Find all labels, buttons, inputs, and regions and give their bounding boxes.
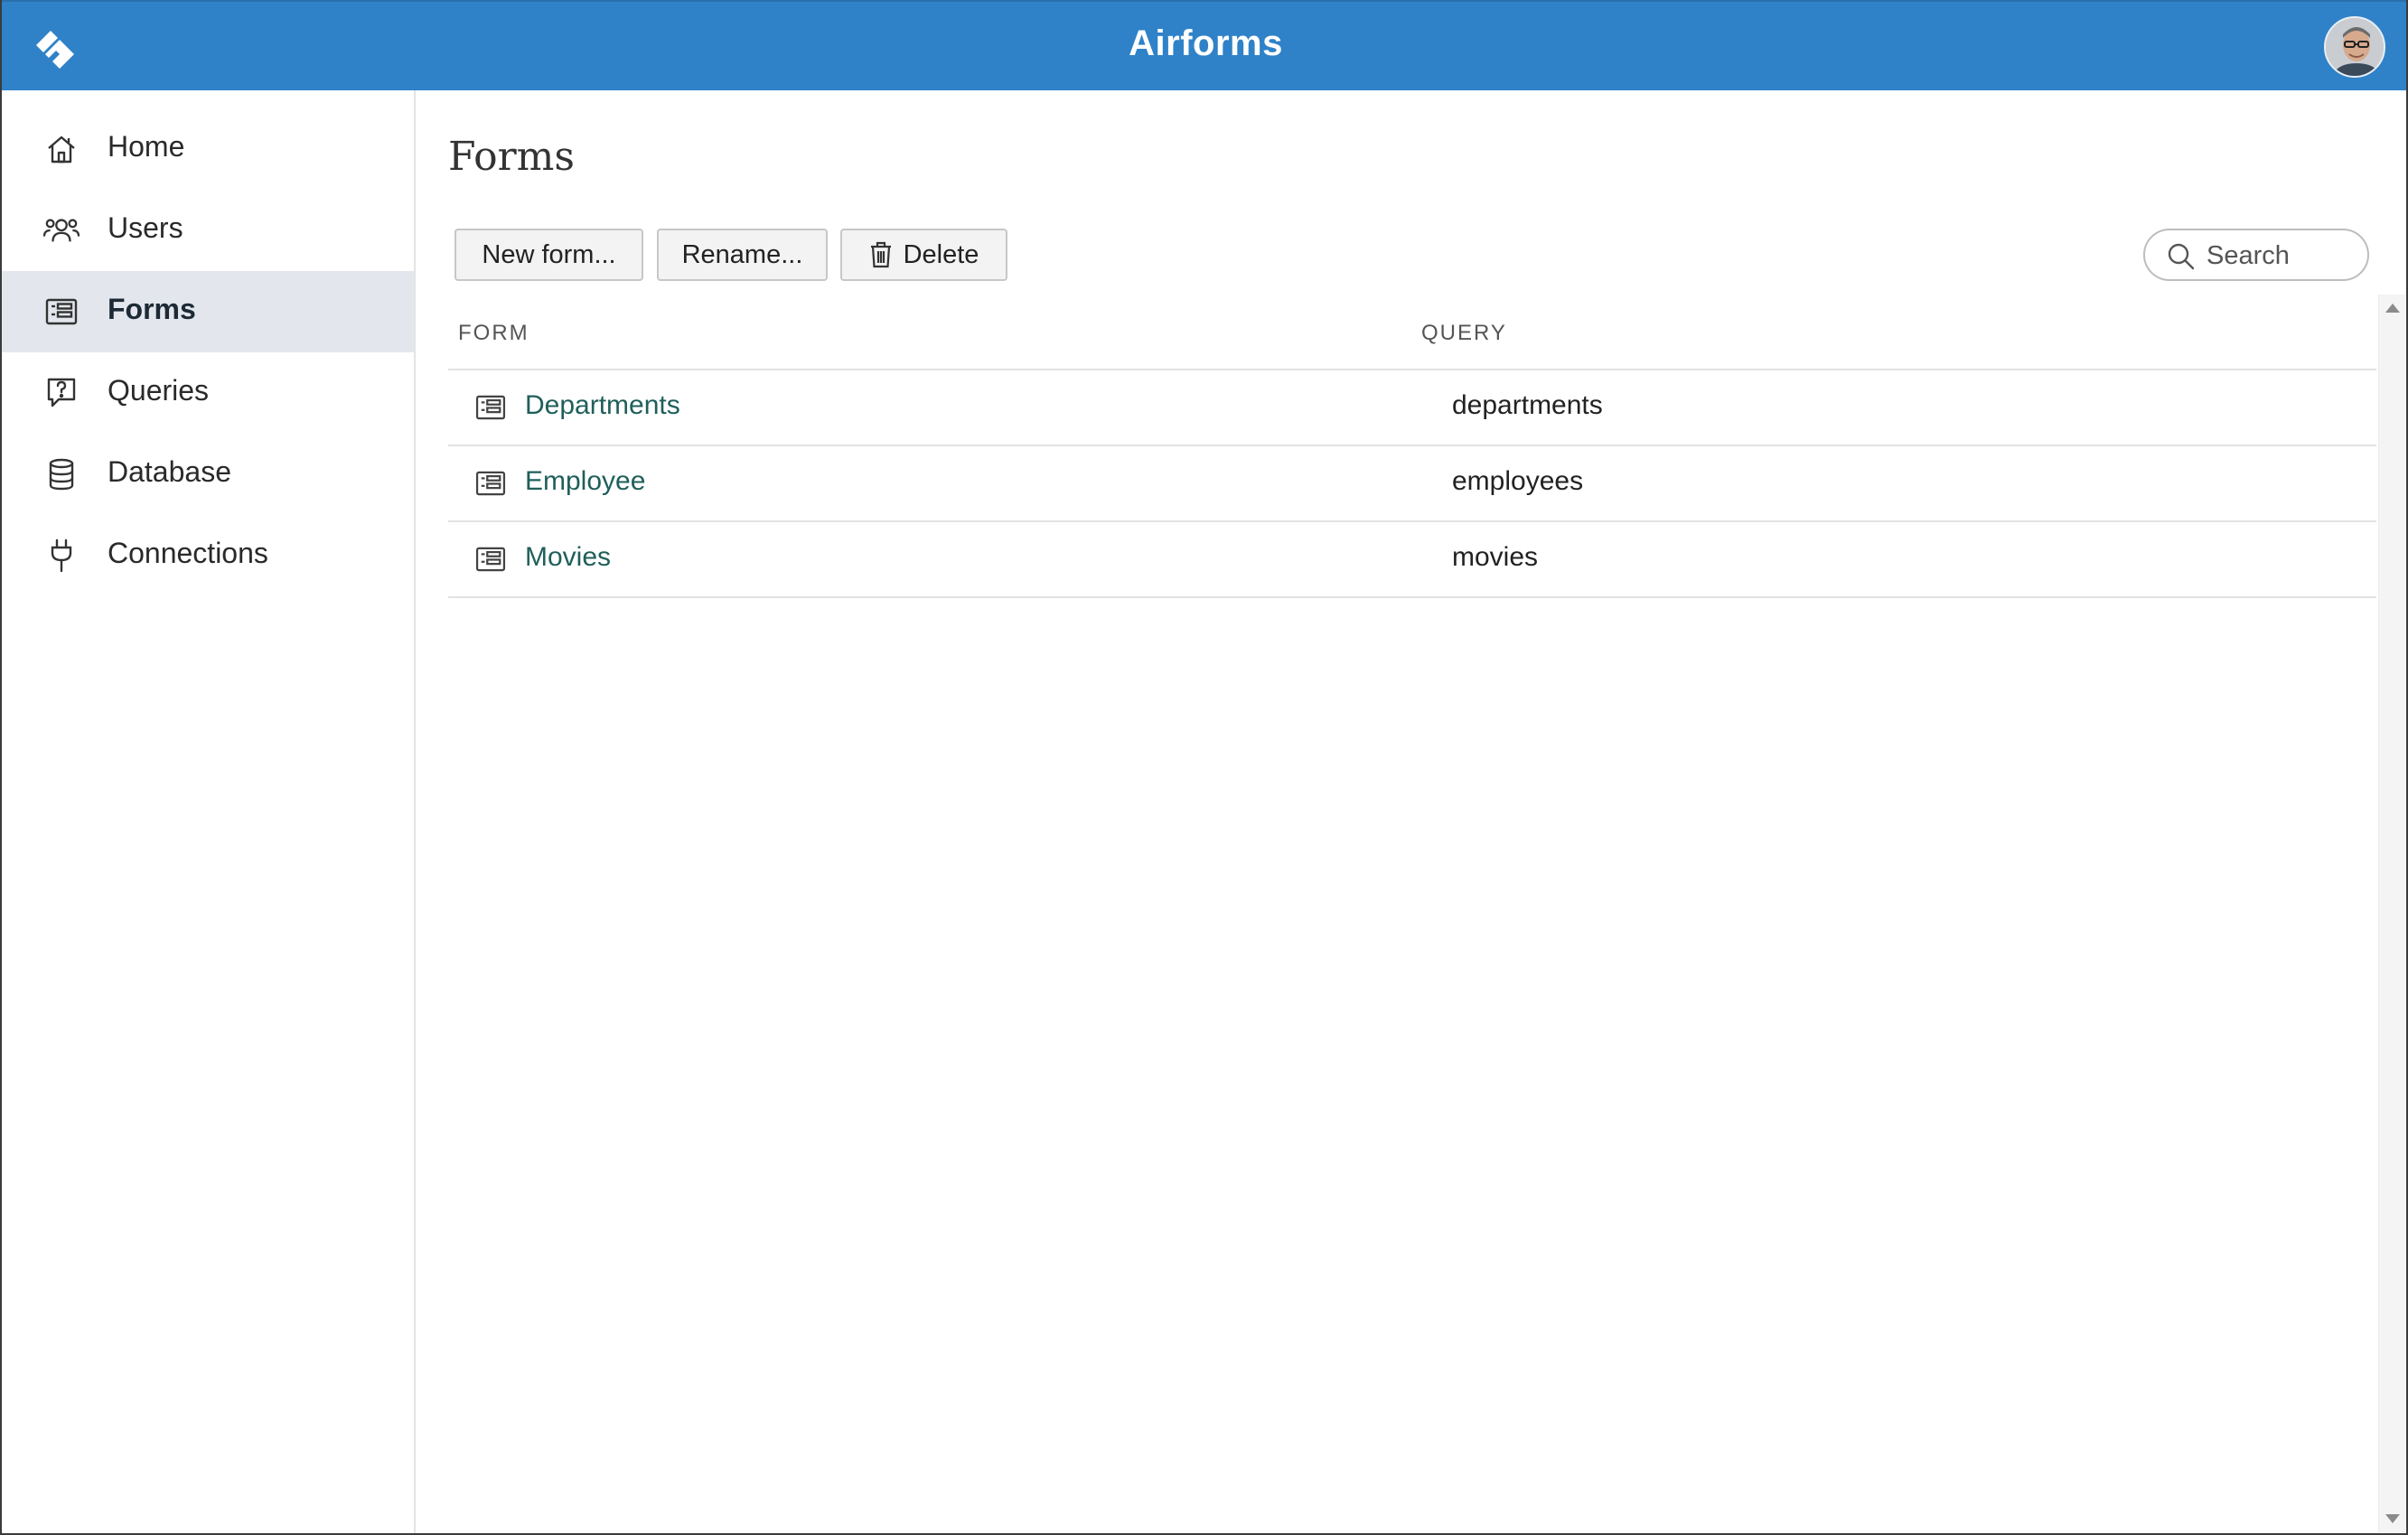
form-icon	[475, 471, 506, 501]
sidebar-item-forms[interactable]: Forms	[2, 271, 414, 352]
vertical-scrollbar[interactable]	[2378, 295, 2405, 1532]
new-form-button[interactable]: New form...	[454, 229, 643, 281]
app-window: Airforms Home Users Forms Queries Databa…	[0, 0, 2408, 1535]
form-link-employee[interactable]: Employee	[525, 466, 645, 497]
query-value: departments	[1452, 390, 1603, 420]
scroll-up-arrow-icon[interactable]	[2385, 304, 2400, 313]
query-icon	[43, 377, 80, 409]
search-box[interactable]	[2143, 229, 2369, 281]
app-title: Airforms	[1129, 23, 1283, 63]
query-value: employees	[1452, 466, 1584, 496]
page-title: Forms	[448, 134, 575, 180]
sidebar-item-label: Connections	[108, 537, 268, 569]
form-icon	[475, 395, 506, 425]
plug-icon	[43, 538, 80, 573]
sidebar-item-users[interactable]: Users	[2, 190, 414, 271]
main-content: Forms New form... Rename... Delete Searc…	[417, 90, 2406, 1533]
sidebar-item-label: Home	[108, 130, 185, 163]
sidebar-item-database[interactable]: Database	[2, 434, 414, 515]
sidebar-item-queries[interactable]: Queries	[2, 352, 414, 434]
form-link-departments[interactable]: Departments	[525, 390, 680, 421]
sidebar-item-label: Forms	[108, 293, 196, 325]
sidebar-item-label: Users	[108, 211, 183, 244]
sidebar-item-home[interactable]: Home	[2, 108, 414, 190]
column-header-query: QUERY	[1421, 321, 1507, 345]
sidebar-item-label: Queries	[108, 374, 210, 407]
form-icon	[475, 547, 506, 576]
users-icon	[43, 214, 80, 247]
home-icon	[43, 133, 80, 165]
delete-button[interactable]: Delete	[840, 229, 1007, 281]
form-link-movies[interactable]: Movies	[525, 542, 611, 573]
scroll-down-arrow-icon[interactable]	[2385, 1514, 2400, 1523]
table-row: Departments departments	[448, 370, 2376, 446]
rename-button[interactable]: Rename...	[657, 229, 828, 281]
search-input[interactable]	[2207, 239, 2360, 272]
table-row: Employee employees	[448, 446, 2376, 522]
delete-button-label: Delete	[903, 239, 979, 269]
query-value: movies	[1452, 542, 1539, 572]
column-header-form: FORM	[458, 321, 529, 345]
search-icon	[2167, 242, 2196, 276]
table-row: Movies movies	[448, 522, 2376, 598]
sidebar-item-connections[interactable]: Connections	[2, 515, 414, 596]
database-icon	[43, 458, 80, 491]
top-bar: Airforms	[2, 0, 2406, 90]
trash-icon	[869, 241, 893, 268]
sidebar-item-label: Database	[108, 455, 231, 488]
sidebar: Home Users Forms Queries Database Connec…	[2, 90, 416, 1533]
form-icon	[43, 295, 80, 328]
user-avatar[interactable]	[2324, 16, 2385, 78]
